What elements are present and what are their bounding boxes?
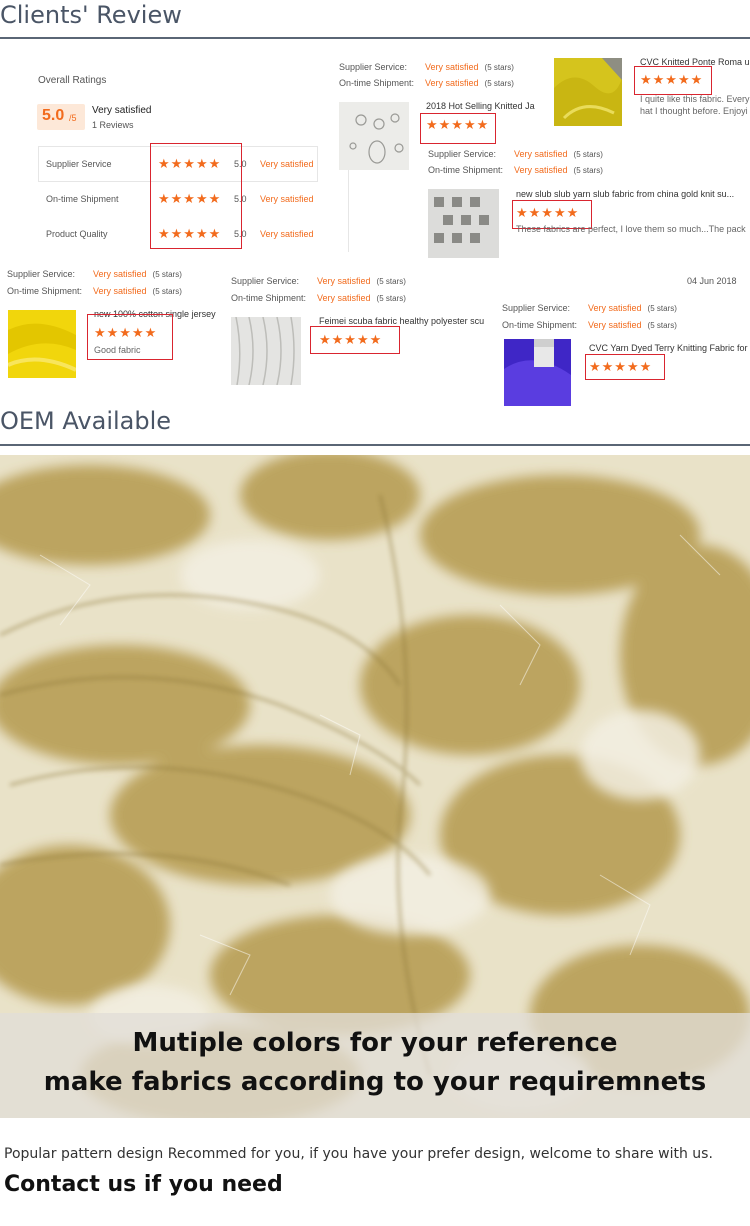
stars-count: (5 stars) — [647, 321, 677, 330]
review-5-stars: ★★★★★ — [319, 332, 383, 347]
review-6-stars: ★★★★★ — [589, 359, 653, 374]
review-2-stars: ★★★★★ — [640, 72, 704, 87]
product-thumbnail-scuba[interactable] — [231, 317, 301, 385]
clients-review-divider — [0, 37, 750, 39]
product-thumbnail-jersey[interactable] — [8, 310, 76, 378]
stars-count: (5 stars) — [376, 277, 406, 286]
rating-label-shipment: On-time Shipment — [46, 194, 119, 204]
rating-label-quality: Product Quality — [46, 229, 108, 239]
product-thumbnail-yellow[interactable] — [554, 58, 622, 126]
shipment-value: Very satisfied — [93, 286, 147, 296]
supplier-service-label: Supplier Service: — [339, 62, 408, 72]
stars-count: (5 stars) — [484, 79, 514, 88]
shipment-value: Very satisfied — [588, 320, 642, 330]
supplier-service-label: Supplier Service: — [231, 276, 300, 286]
review-2-comment: I quite like this fabric. Every — [640, 94, 750, 104]
hero-caption-line-1: Mutiple colors for your reference — [132, 1028, 618, 1058]
stars-count: (5 stars) — [152, 270, 182, 279]
supplier-service-value: Very satisfied — [425, 62, 479, 72]
yellow-jersey-image — [8, 310, 76, 378]
supplier-service-label: Supplier Service: — [428, 149, 497, 159]
shipment-label: On-time Shipment: — [231, 293, 307, 303]
eyelet-fabric-image — [339, 102, 409, 170]
product-thumbnail-terry[interactable] — [504, 339, 571, 406]
blue-terry-image — [504, 339, 571, 406]
contact-heading: Contact us if you need — [4, 1172, 283, 1197]
white-scuba-image — [231, 317, 301, 385]
pattern-note: Popular pattern design Recommed for you,… — [4, 1146, 713, 1162]
rating-label-supplier: Supplier Service — [46, 159, 112, 169]
stars-count: (5 stars) — [376, 294, 406, 303]
overall-review-count: 1 Reviews — [92, 120, 134, 130]
supplier-service-label: Supplier Service: — [502, 303, 571, 313]
hero-caption-line-2: make fabrics according to your requiremn… — [43, 1067, 707, 1097]
yellow-fabric-image — [554, 58, 622, 126]
product-thumbnail-eyelet[interactable] — [339, 102, 409, 170]
overall-verdict: Very satisfied — [92, 105, 152, 116]
overall-score-suffix: /5 — [69, 113, 77, 123]
lace-fabric-image — [428, 189, 499, 258]
review-1-stars: ★★★★★ — [426, 117, 490, 132]
review-4-stars: ★★★★★ — [94, 325, 158, 340]
oem-available-title: OEM Available — [0, 407, 172, 435]
supplier-service-label: Supplier Service: — [7, 269, 76, 279]
supplier-service-value: Very satisfied — [588, 303, 642, 313]
rating-text-supplier: Very satisfied — [260, 159, 314, 169]
review-4-comment: Good fabric — [94, 345, 141, 355]
supplier-service-value: Very satisfied — [93, 269, 147, 279]
review-3-comment: These fabrics are perfect, I love them s… — [516, 224, 746, 234]
shipment-value: Very satisfied — [425, 78, 479, 88]
product-thumbnail-lace[interactable] — [428, 189, 499, 258]
supplier-service-value: Very satisfied — [514, 149, 568, 159]
supplier-service-value: Very satisfied — [317, 276, 371, 286]
overall-score-badge: 5.0 /5 — [37, 104, 85, 130]
rating-text-shipment: Very satisfied — [260, 194, 314, 204]
review-6-title[interactable]: CVC Yarn Dyed Terry Knitting Fabric for — [589, 343, 750, 353]
rating-text-quality: Very satisfied — [260, 229, 314, 239]
review-2-comment-cont: hat I thought before. Enjoyi — [640, 106, 748, 116]
shipment-label: On-time Shipment: — [428, 165, 504, 175]
stars-count: (5 stars) — [647, 304, 677, 313]
shipment-value: Very satisfied — [514, 165, 568, 175]
oem-divider — [0, 444, 750, 446]
shipment-value: Very satisfied — [317, 293, 371, 303]
overall-score: 5.0 — [42, 107, 65, 124]
shipment-label: On-time Shipment: — [339, 78, 415, 88]
stars-count: (5 stars) — [573, 166, 603, 175]
stars-count: (5 stars) — [484, 63, 514, 72]
highlight-box — [150, 143, 242, 249]
clients-review-title: Clients' Review — [0, 1, 182, 29]
stars-count: (5 stars) — [152, 287, 182, 296]
review-5-date: 04 Jun 2018 — [687, 276, 737, 286]
shipment-label: On-time Shipment: — [7, 286, 83, 296]
hero-caption: Mutiple colors for your reference make f… — [0, 1013, 750, 1118]
overall-ratings-label: Overall Ratings — [38, 75, 107, 86]
stars-count: (5 stars) — [573, 150, 603, 159]
review-3-stars: ★★★★★ — [516, 205, 580, 220]
review-1-title[interactable]: 2018 Hot Selling Knitted Ja — [426, 101, 538, 111]
shipment-label: On-time Shipment: — [502, 320, 578, 330]
review-3-title[interactable]: new slub slub yarn slub fabric from chin… — [516, 189, 750, 199]
review-5-title[interactable]: Feimei scuba fabric healthy polyester sc… — [319, 316, 491, 326]
